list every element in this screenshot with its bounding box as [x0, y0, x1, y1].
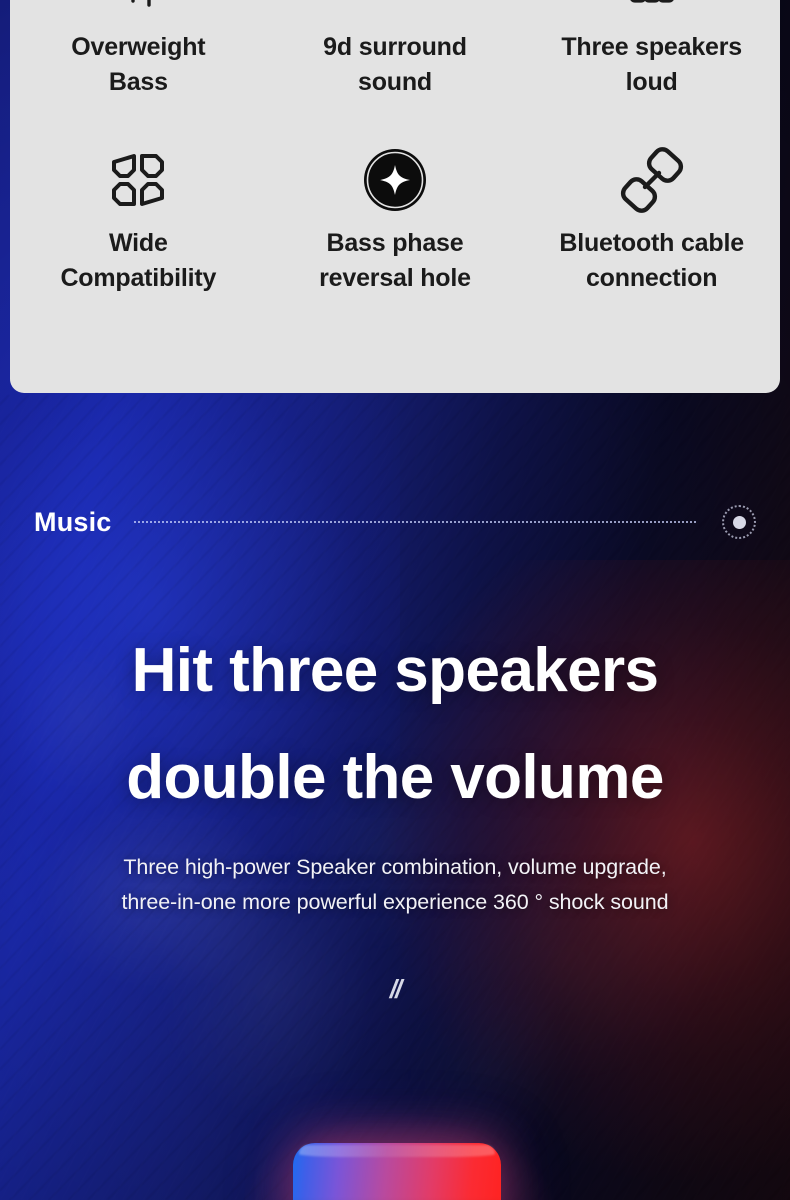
feature-label: Bass phase reversal hole — [319, 226, 471, 295]
product-marketing-page: Overweight Bass 9d surround sound Three … — [0, 0, 790, 1200]
feature-item-overweight-bass: Overweight Bass — [10, 0, 267, 99]
feature-label: Three speakers loud — [561, 30, 742, 99]
feature-label: Overweight Bass — [71, 30, 205, 99]
feature-label: 9d surround sound — [323, 30, 467, 99]
section-title: Music — [34, 506, 112, 537]
slash-decoration: // — [389, 974, 402, 1004]
hero-subtitle-line2: three-in-one more powerful experience 36… — [121, 889, 669, 914]
hero-subtitle-line1: Three high-power Speaker combination, vo… — [123, 855, 667, 879]
hero-headline: Hit three speakers double the volume — [0, 618, 790, 831]
waveform-icon — [107, 0, 169, 22]
feature-item-bluetooth-cable-connection: Bluetooth cable connection — [523, 142, 780, 295]
feature-row-bottom: Wide Compatibility Bass phase reversal h… — [10, 142, 780, 295]
feature-label-line1: Bass phase — [326, 229, 464, 257]
feature-label-line1: Wide — [108, 229, 168, 257]
feature-highlights-card: Overweight Bass 9d surround sound Three … — [10, 0, 780, 393]
feature-label-line2: loud — [625, 67, 678, 96]
feature-label-line1: 9d surround — [323, 33, 467, 61]
gradient-speaker-product — [293, 1143, 501, 1200]
surround-sound-icon — [364, 0, 426, 22]
hero-headline-line1: Hit three speakers — [131, 636, 659, 705]
feature-label-line2: reversal hole — [319, 263, 471, 292]
feature-label-line2: sound — [357, 67, 432, 96]
hero-subtitle: Three high-power Speaker combination, vo… — [0, 850, 790, 920]
bass-phase-hole-icon — [362, 142, 428, 218]
feature-label-line2: connection — [585, 263, 718, 292]
feature-label-line1: Three speakers — [561, 33, 742, 61]
feature-row-top: Overweight Bass 9d surround sound Three … — [10, 0, 780, 99]
feature-item-three-speakers-loud: Three speakers loud — [523, 0, 780, 99]
feature-label-line1: Bluetooth cable — [559, 229, 744, 257]
feature-item-9d-surround-sound: 9d surround sound — [267, 0, 524, 99]
clover-compatibility-icon — [106, 142, 170, 218]
feature-item-bass-phase-reversal-hole: Bass phase reversal hole — [267, 142, 524, 295]
section-header-music: Music — [34, 500, 756, 544]
chain-link-icon — [619, 142, 685, 218]
feature-label-line1: Overweight — [71, 33, 206, 61]
hero-headline-line2: double the volume — [126, 742, 664, 812]
feature-label: Wide Compatibility — [60, 226, 216, 295]
section-divider-line — [133, 521, 698, 523]
feature-label-line2: Bass — [108, 67, 168, 96]
three-speakers-icon — [621, 0, 683, 22]
feature-label-line2: Compatibility — [60, 263, 217, 292]
dotted-circle-indicator — [722, 505, 756, 539]
feature-label: Bluetooth cable connection — [559, 226, 744, 295]
feature-item-wide-compatibility: Wide Compatibility — [10, 142, 267, 295]
